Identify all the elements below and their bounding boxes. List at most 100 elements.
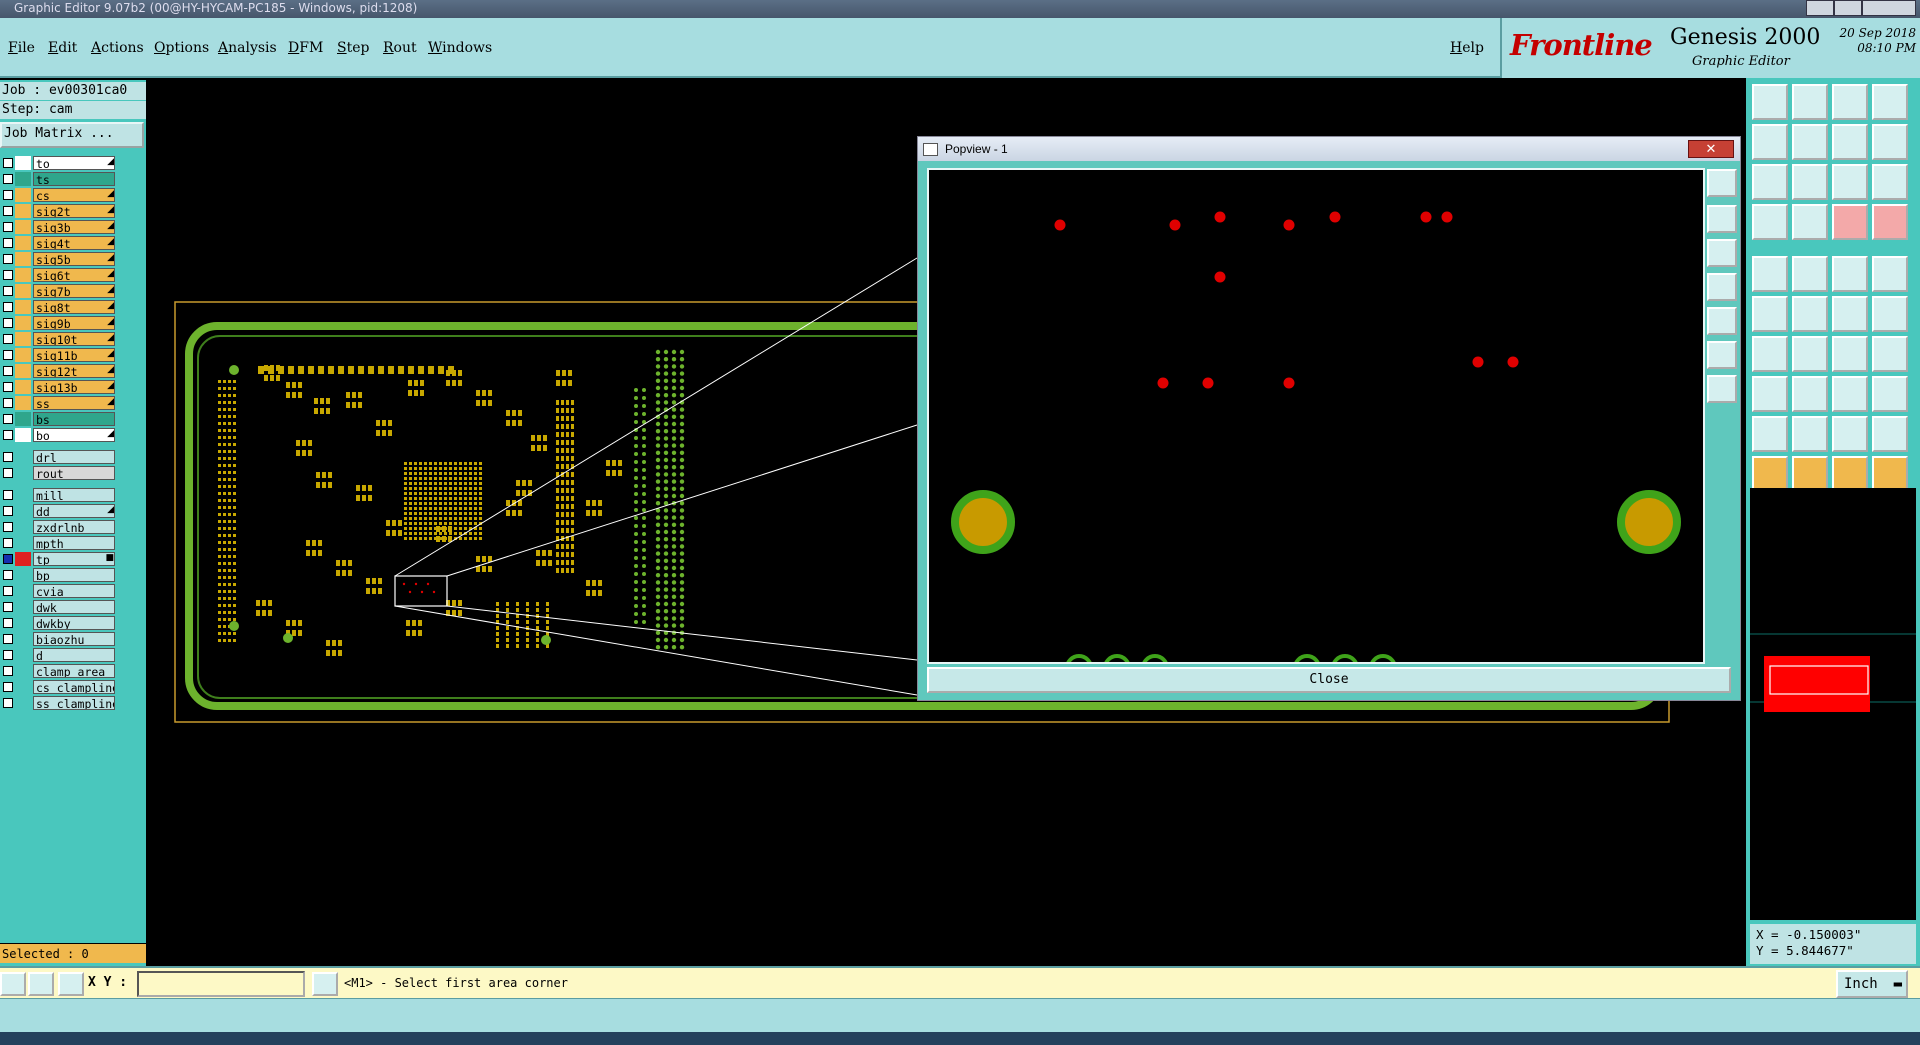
layer-menu-icon[interactable]: ◢ xyxy=(107,365,114,375)
menu-analysis[interactable]: Analysis xyxy=(218,40,277,56)
layer-row-dd[interactable]: dd ◢ xyxy=(0,504,118,518)
layer-color-swatch[interactable] xyxy=(15,284,31,298)
layer-name[interactable]: sig9b xyxy=(33,316,115,330)
layer-name[interactable]: dwk xyxy=(33,600,115,614)
layer-name[interactable]: ss_clampline xyxy=(33,696,115,710)
layer-checkbox[interactable] xyxy=(3,570,13,580)
layer-menu-icon[interactable]: ◢ xyxy=(107,317,114,327)
layer-checkbox[interactable] xyxy=(3,254,13,264)
layer-row-dwkby[interactable]: dwkby xyxy=(0,616,118,630)
point-icon[interactable] xyxy=(1752,256,1788,292)
popview-zoom-icon[interactable] xyxy=(1707,169,1737,197)
layer-color-swatch[interactable] xyxy=(15,428,31,442)
layer-checkbox[interactable] xyxy=(3,490,13,500)
layer-color-swatch[interactable] xyxy=(15,632,31,646)
layer-row-to[interactable]: to ◢ xyxy=(0,156,118,170)
layer-checkbox[interactable] xyxy=(3,586,13,596)
layer-menu-icon[interactable]: ◢ xyxy=(107,333,114,343)
layer-menu-icon[interactable]: ◢ xyxy=(107,285,114,295)
layer-color-swatch[interactable] xyxy=(15,252,31,266)
snap-icon[interactable] xyxy=(0,972,26,996)
layer-color-swatch[interactable] xyxy=(15,584,31,598)
layer-row-bp[interactable]: bp xyxy=(0,568,118,582)
layer-name[interactable]: sig4t xyxy=(33,236,115,250)
popview-right-icon[interactable] xyxy=(1707,307,1737,335)
menu-dfm[interactable]: DFM xyxy=(288,40,323,56)
popview-canvas[interactable] xyxy=(927,168,1705,682)
open-job-icon[interactable] xyxy=(1752,84,1788,120)
move-icon[interactable] xyxy=(1832,296,1868,332)
layer-name[interactable]: dd xyxy=(33,504,115,518)
layer-menu-icon[interactable]: ◢ xyxy=(107,157,114,167)
layer-color-swatch[interactable] xyxy=(15,364,31,378)
layer-checkbox[interactable] xyxy=(3,468,13,478)
layer-name[interactable]: sig10t xyxy=(33,332,115,346)
zoom-out-icon[interactable] xyxy=(1792,124,1828,160)
layer-checkbox[interactable] xyxy=(3,382,13,392)
layer-row-cs[interactable]: cs ◢ xyxy=(0,188,118,202)
layer-checkbox[interactable] xyxy=(3,618,13,628)
arc-icon[interactable] xyxy=(1832,336,1868,372)
layer-checkbox[interactable] xyxy=(3,698,13,708)
layer-checkbox[interactable] xyxy=(3,414,13,424)
mirror-icon[interactable] xyxy=(1792,416,1828,452)
zoom-in-icon[interactable] xyxy=(1752,124,1788,160)
popview-center-icon[interactable] xyxy=(1707,375,1737,403)
layer-name[interactable]: d xyxy=(33,648,115,662)
menu-rout[interactable]: Rout xyxy=(383,40,417,56)
layer-select-icon[interactable] xyxy=(1832,204,1868,240)
layer-row-d[interactable]: d xyxy=(0,648,118,662)
layer-name[interactable]: rout xyxy=(33,466,115,480)
layer-row-biaozhu[interactable]: biaozhu xyxy=(0,632,118,646)
layer-name[interactable]: sig5b xyxy=(33,252,115,266)
layer-color-swatch[interactable] xyxy=(15,380,31,394)
popview-window[interactable]: Popview - 1 ✕ Close xyxy=(917,136,1741,701)
layer-name[interactable]: sig7b xyxy=(33,284,115,298)
layer-row-zxdrlnb[interactable]: zxdrlnb xyxy=(0,520,118,534)
layer-color-swatch[interactable] xyxy=(15,268,31,282)
layer-checkbox[interactable] xyxy=(3,238,13,248)
layer-name[interactable]: sig3b xyxy=(33,220,115,234)
layer-checkbox[interactable] xyxy=(3,222,13,232)
layer-name[interactable]: zxdrlnb xyxy=(33,520,115,534)
layer-menu-icon[interactable]: ◢ xyxy=(107,221,114,231)
layer-name[interactable]: sig6t xyxy=(33,268,115,282)
layer-name[interactable]: dwkby xyxy=(33,616,115,630)
layer-checkbox[interactable] xyxy=(3,554,13,564)
layer-name[interactable]: sig12t xyxy=(33,364,115,378)
layer-color-swatch[interactable] xyxy=(15,396,31,410)
scale-icon[interactable] xyxy=(1832,164,1868,200)
pointer-icon[interactable] xyxy=(1752,456,1788,492)
layer-row-sig2t[interactable]: sig2t ◢ xyxy=(0,204,118,218)
snapshot-icon[interactable] xyxy=(1752,204,1788,240)
layer-row-mill[interactable]: mill xyxy=(0,488,118,502)
layer-row-sig5b[interactable]: sig5b ◢ xyxy=(0,252,118,266)
layer-name[interactable]: clamp_area xyxy=(33,664,115,678)
touch-icon[interactable] xyxy=(1832,456,1868,492)
layer-checkbox[interactable] xyxy=(3,398,13,408)
save-icon[interactable] xyxy=(1792,84,1828,120)
arc-text-icon[interactable] xyxy=(1832,416,1868,452)
drag-icon[interactable] xyxy=(1872,456,1908,492)
menu-file[interactable]: File xyxy=(8,40,35,56)
layer-checkbox[interactable] xyxy=(3,270,13,280)
text-frame-icon[interactable] xyxy=(1872,336,1908,372)
layer-row-ss[interactable]: ss ◢ xyxy=(0,396,118,410)
layer-row-mpth[interactable]: mpth xyxy=(0,536,118,550)
zoom-fit-icon[interactable] xyxy=(1752,164,1788,200)
layer-row-bo[interactable]: bo ◢ xyxy=(0,428,118,442)
layer-name[interactable]: cvia xyxy=(33,584,115,598)
layer-row-clamp_area[interactable]: clamp_area xyxy=(0,664,118,678)
layer-menu-icon[interactable]: ◢ xyxy=(107,349,114,359)
pad-icon[interactable] xyxy=(1752,376,1788,412)
layer-menu-icon[interactable]: ◢ xyxy=(107,189,114,199)
layer-checkbox[interactable] xyxy=(3,190,13,200)
layer-checkbox[interactable] xyxy=(3,286,13,296)
connect-icon[interactable] xyxy=(1752,296,1788,332)
menu-actions[interactable]: Actions xyxy=(91,40,144,56)
layer-color-swatch[interactable] xyxy=(15,552,31,566)
layer-row-sig4t[interactable]: sig4t ◢ xyxy=(0,236,118,250)
layer-checkbox[interactable] xyxy=(3,452,13,462)
info-icon[interactable] xyxy=(312,972,338,996)
layer-menu-icon[interactable]: ◢ xyxy=(107,429,114,439)
